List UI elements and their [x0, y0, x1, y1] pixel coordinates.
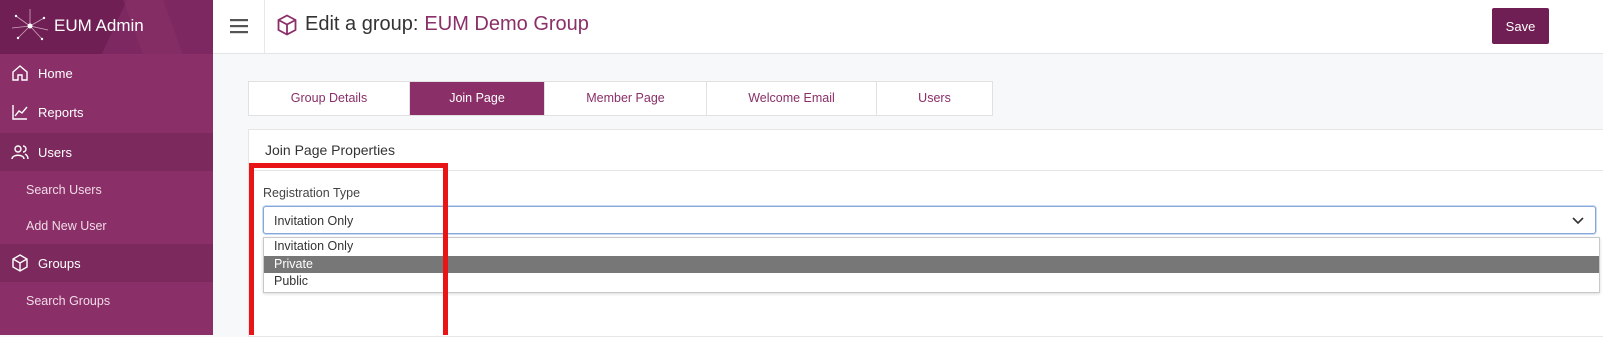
sidebar-item-search-groups[interactable]: Search Groups — [0, 283, 213, 319]
option-private[interactable]: Private — [264, 256, 1599, 273]
app-title: EUM Admin — [54, 16, 144, 35]
sidebar-item-users[interactable]: Users — [0, 133, 213, 171]
users-icon — [11, 145, 29, 160]
chart-line-icon — [12, 105, 28, 120]
option-invitation-only[interactable]: Invitation Only — [264, 238, 1599, 255]
top-header: Edit a group: EUM Demo Group Save — [213, 0, 1603, 54]
group-name: EUM Demo Group — [424, 13, 589, 35]
page-title: Edit a group: EUM Demo Group — [305, 13, 589, 36]
tab-member-page[interactable]: Member Page — [545, 82, 707, 115]
annotation-highlight-box — [249, 163, 448, 335]
option-public[interactable]: Public — [264, 273, 1599, 290]
sidebar-item-label: Search Groups — [26, 294, 111, 308]
cube-icon — [277, 14, 297, 36]
tab-bar: Group Details Join Page Member Page Welc… — [248, 81, 993, 116]
sidebar-item-label: Groups — [38, 256, 81, 271]
save-button[interactable]: Save — [1492, 8, 1549, 44]
brand-bar: EUM Admin — [0, 0, 213, 54]
home-icon — [12, 65, 28, 81]
sidebar-item-add-new-user[interactable]: Add New User — [0, 208, 213, 244]
registration-type-dropdown: Invitation Only Private Public — [263, 237, 1600, 293]
sidebar-item-label: Users — [38, 145, 72, 160]
sidebar-item-label: Search Users — [26, 183, 102, 197]
panel-header: Join Page Properties — [249, 130, 1603, 171]
page-title-prefix: Edit a group: — [305, 13, 419, 35]
chevron-down-icon — [1572, 217, 1584, 225]
sidebar-item-groups[interactable]: Groups — [0, 244, 213, 282]
sidebar-item-label: Reports — [38, 105, 84, 120]
tab-users[interactable]: Users — [877, 82, 992, 115]
cube-icon — [12, 254, 28, 272]
sidebar: EUM Admin Home Reports Users Search User… — [0, 0, 213, 335]
tab-group-details[interactable]: Group Details — [249, 82, 410, 115]
sidebar-item-home[interactable]: Home — [0, 54, 213, 92]
sidebar-item-search-users[interactable]: Search Users — [0, 172, 213, 208]
network-logo-icon — [11, 9, 49, 41]
hamburger-menu-icon[interactable] — [229, 14, 251, 38]
sidebar-item-label: Add New User — [26, 219, 107, 233]
registration-type-select[interactable]: Invitation Only — [263, 206, 1596, 234]
tab-welcome-email[interactable]: Welcome Email — [707, 82, 877, 115]
header-divider — [264, 0, 265, 53]
tab-join-page[interactable]: Join Page — [410, 82, 545, 115]
sidebar-item-label: Home — [38, 66, 73, 81]
panel-title: Join Page Properties — [265, 142, 395, 158]
sidebar-item-reports[interactable]: Reports — [0, 93, 213, 131]
